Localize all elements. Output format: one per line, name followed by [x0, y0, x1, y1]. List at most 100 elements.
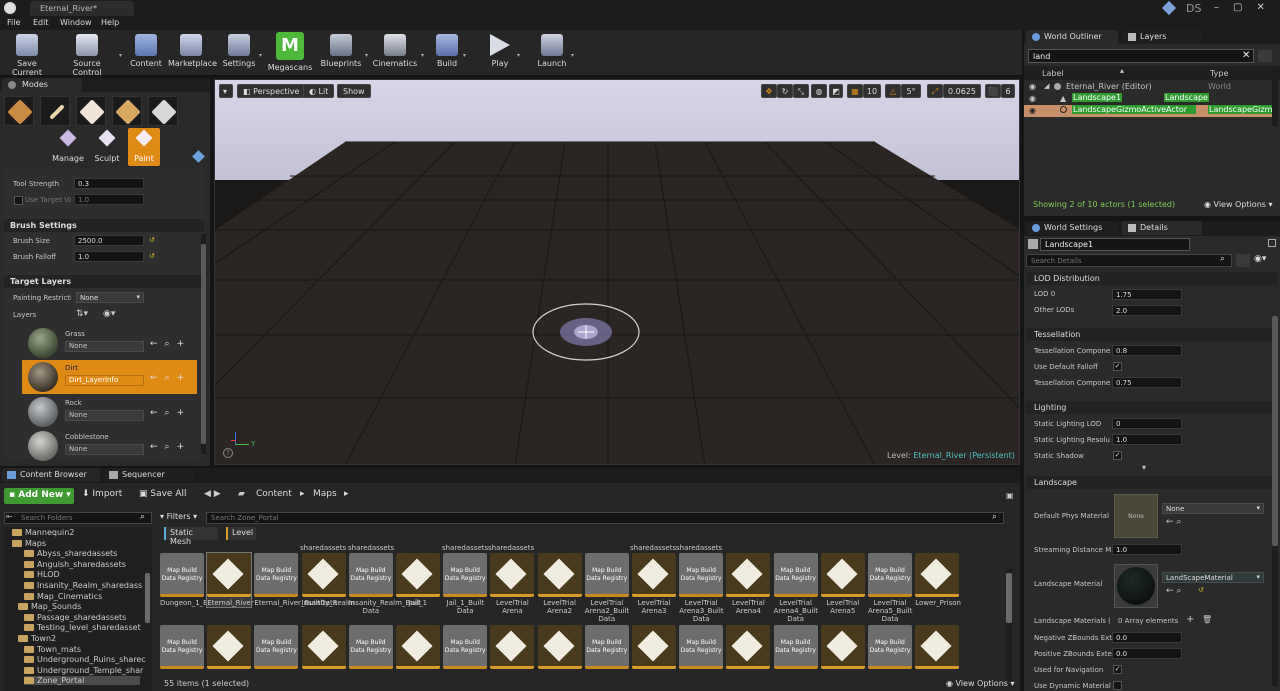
menu-edit[interactable]: Edit: [33, 18, 49, 27]
column-label[interactable]: Label: [1042, 69, 1064, 78]
layer-tools-icon[interactable]: ←⌕+: [150, 339, 191, 349]
eye-icon[interactable]: ◉▾: [103, 309, 115, 319]
place-mode-button[interactable]: [4, 96, 34, 126]
folder-item[interactable]: Town2: [18, 634, 56, 643]
map-build-data-tile[interactable]: Map Build Data Registry LevelTrial Arena2…: [584, 553, 629, 623]
tab-content-browser[interactable]: Content Browser: [2, 468, 100, 482]
rotation-snap-value[interactable]: 5°: [901, 84, 921, 98]
document-tab[interactable]: Eternal_River*: [30, 1, 134, 16]
map-build-data-tile[interactable]: Map Build Data Registry: [443, 625, 488, 669]
view-options-list-icon[interactable]: [1258, 50, 1272, 62]
landscape-mode-button[interactable]: [76, 96, 106, 126]
level-asset-tile[interactable]: Jail_1: [396, 553, 440, 607]
dynamic-material-checkbox[interactable]: [1113, 681, 1122, 690]
tessellation-field[interactable]: 0.75: [1112, 377, 1182, 388]
level-asset-tile[interactable]: LevelTrial Arena5: [820, 553, 865, 615]
camera-speed-icon[interactable]: ⬛: [985, 84, 1001, 98]
layer-rock[interactable]: Rock None ←⌕+: [22, 395, 197, 429]
source-control-button[interactable]: Source Control ▾: [58, 34, 122, 77]
details-scrollbar[interactable]: [1272, 316, 1278, 686]
landscape-section[interactable]: Landscape: [1026, 476, 1278, 489]
map-build-data-tile[interactable]: Map Build Data Registry Eternal_River_Bui…: [254, 553, 337, 607]
object-name-field[interactable]: Landscape1: [1040, 238, 1190, 251]
map-build-data-tile[interactable]: Map Build Data Registry Jail_1_Built Data: [443, 553, 488, 615]
camera-speed-value[interactable]: 6: [1001, 84, 1015, 98]
rotation-snap-icon[interactable]: △: [885, 84, 901, 98]
expand-arrow-icon[interactable]: ◢: [1044, 82, 1049, 90]
painting-restriction-dropdown[interactable]: None: [76, 292, 144, 303]
browse-arrow-icon[interactable]: ← ⌕: [1166, 517, 1181, 527]
folder-item[interactable]: Abyss_sharedassets: [24, 549, 117, 558]
brush-size-field[interactable]: 2500.0: [74, 235, 144, 246]
level-asset-tile[interactable]: LevelTrial Arena3: [632, 553, 676, 615]
layer-cobblestone[interactable]: Cobblestone None ←⌕+: [22, 429, 197, 463]
other-lods-field[interactable]: 2.0: [1112, 305, 1182, 316]
outliner-row[interactable]: ◉ ▲ Landscape1 Landscape: [1024, 93, 1272, 105]
browse-arrow-icon[interactable]: ← ⌕: [1166, 586, 1181, 596]
launch-button[interactable]: Launch ▾: [536, 34, 574, 68]
folder-item[interactable]: Mannequin2: [12, 528, 74, 537]
asset-scrollbar[interactable]: [1006, 569, 1012, 681]
level-asset-tile[interactable]: [726, 625, 771, 669]
marketplace-button[interactable]: Marketplace: [168, 34, 217, 68]
folder-item[interactable]: Passage_sharedassets: [24, 613, 126, 622]
save-all-button[interactable]: ▣ Save All: [139, 489, 187, 499]
scale-snap-value[interactable]: 0.0625: [943, 84, 981, 98]
collapse-icon[interactable]: ⇤: [6, 512, 13, 521]
expand-advanced-icon[interactable]: ▾: [1142, 463, 1146, 472]
translate-icon[interactable]: ✥: [761, 84, 777, 98]
static-lighting-lod-field[interactable]: 0: [1112, 418, 1182, 429]
tessellation-section[interactable]: Tessellation: [1026, 328, 1278, 341]
column-type[interactable]: Type: [1210, 69, 1228, 78]
folder-item[interactable]: Map_Sounds: [18, 602, 81, 611]
visibility-eye-icon[interactable]: ◉: [1029, 94, 1036, 103]
outliner-row[interactable]: ◉ ◢ Eternal_River (Editor) World: [1024, 81, 1272, 93]
search-folders-input[interactable]: Search Folders: [4, 512, 152, 524]
folder-item[interactable]: Zone_Portal: [24, 676, 140, 686]
settings-button[interactable]: Settings ▾: [222, 34, 262, 68]
outliner-row-selected[interactable]: ◉ LandscapeGizmoActiveActor LandscapeGiz…: [1024, 105, 1274, 117]
positive-zbounds-field[interactable]: 0.0: [1112, 648, 1182, 659]
foliage-mode-button[interactable]: [112, 96, 142, 126]
grid-snap-value[interactable]: 10: [863, 84, 881, 98]
import-button[interactable]: ⬇ Import: [82, 489, 122, 499]
property-matrix-icon[interactable]: [1236, 254, 1250, 267]
level-asset-tile[interactable]: [490, 625, 535, 669]
back-arrow-icon[interactable]: ◀ ▶: [204, 489, 221, 499]
geometry-mode-button[interactable]: [148, 96, 178, 126]
add-new-button[interactable]: ▪ Add New ▾: [4, 488, 74, 504]
play-button[interactable]: Play ▾: [486, 34, 520, 68]
level-asset-tile[interactable]: Lower_Prison: [915, 553, 961, 607]
layer-grass[interactable]: Grass None ←⌕+: [22, 326, 197, 360]
cinematics-button[interactable]: Cinematics ▾: [372, 34, 424, 68]
map-build-data-tile[interactable]: Map Build Data Registry: [348, 625, 393, 669]
menu-help[interactable]: Help: [101, 18, 119, 27]
level-asset-tile[interactable]: Insanity_Realm: [301, 553, 355, 607]
sculpt-tab[interactable]: Sculpt: [90, 129, 124, 163]
map-build-data-tile[interactable]: Map Build Data Registry: [160, 625, 204, 669]
folder-item[interactable]: Insanity_Realm_sharedass: [24, 581, 142, 590]
save-current-button[interactable]: Save Current: [4, 34, 50, 77]
folder-item[interactable]: Town_mats: [24, 645, 81, 654]
level-asset-tile[interactable]: LevelTrial Arena4: [726, 553, 771, 615]
layer-info-dropdown[interactable]: Dirt_LayerInfo: [65, 375, 144, 386]
scale-snap-icon[interactable]: ⤢: [927, 84, 943, 98]
clear-search-icon[interactable]: ✕: [1242, 50, 1250, 61]
blueprints-button[interactable]: Blueprints ▾: [320, 34, 368, 68]
map-build-data-tile[interactable]: Map Build Data Registry: [584, 625, 629, 669]
details-search-input[interactable]: Search Details: [1026, 254, 1232, 267]
landscape-material-dropdown[interactable]: LandScapeMaterial: [1162, 572, 1264, 583]
outliner-scrollbar[interactable]: [1272, 66, 1278, 126]
map-build-data-tile[interactable]: Map Build Data Registry: [868, 625, 912, 669]
map-build-data-tile[interactable]: Map Build Data Registry LevelTrial Arena4…: [773, 553, 818, 623]
viewport-options-button[interactable]: ▾: [219, 84, 233, 98]
delete-icon[interactable]: 🗑: [1202, 615, 1212, 624]
folder-item[interactable]: Testing_level_sharedasset: [24, 623, 141, 632]
manage-tab[interactable]: Manage: [52, 129, 84, 163]
landscape-material-thumbnail[interactable]: [1114, 564, 1158, 608]
outliner-view-options[interactable]: ◉ View Options ▾: [1204, 200, 1273, 209]
level-asset-tile[interactable]: [820, 625, 865, 669]
lod-distribution-section[interactable]: LOD Distribution: [1026, 272, 1278, 285]
perspective-button[interactable]: ◧ Perspective: [237, 84, 306, 98]
map-build-data-tile[interactable]: Map Build Data Registry Insanity_Realm_Bu…: [348, 553, 421, 615]
